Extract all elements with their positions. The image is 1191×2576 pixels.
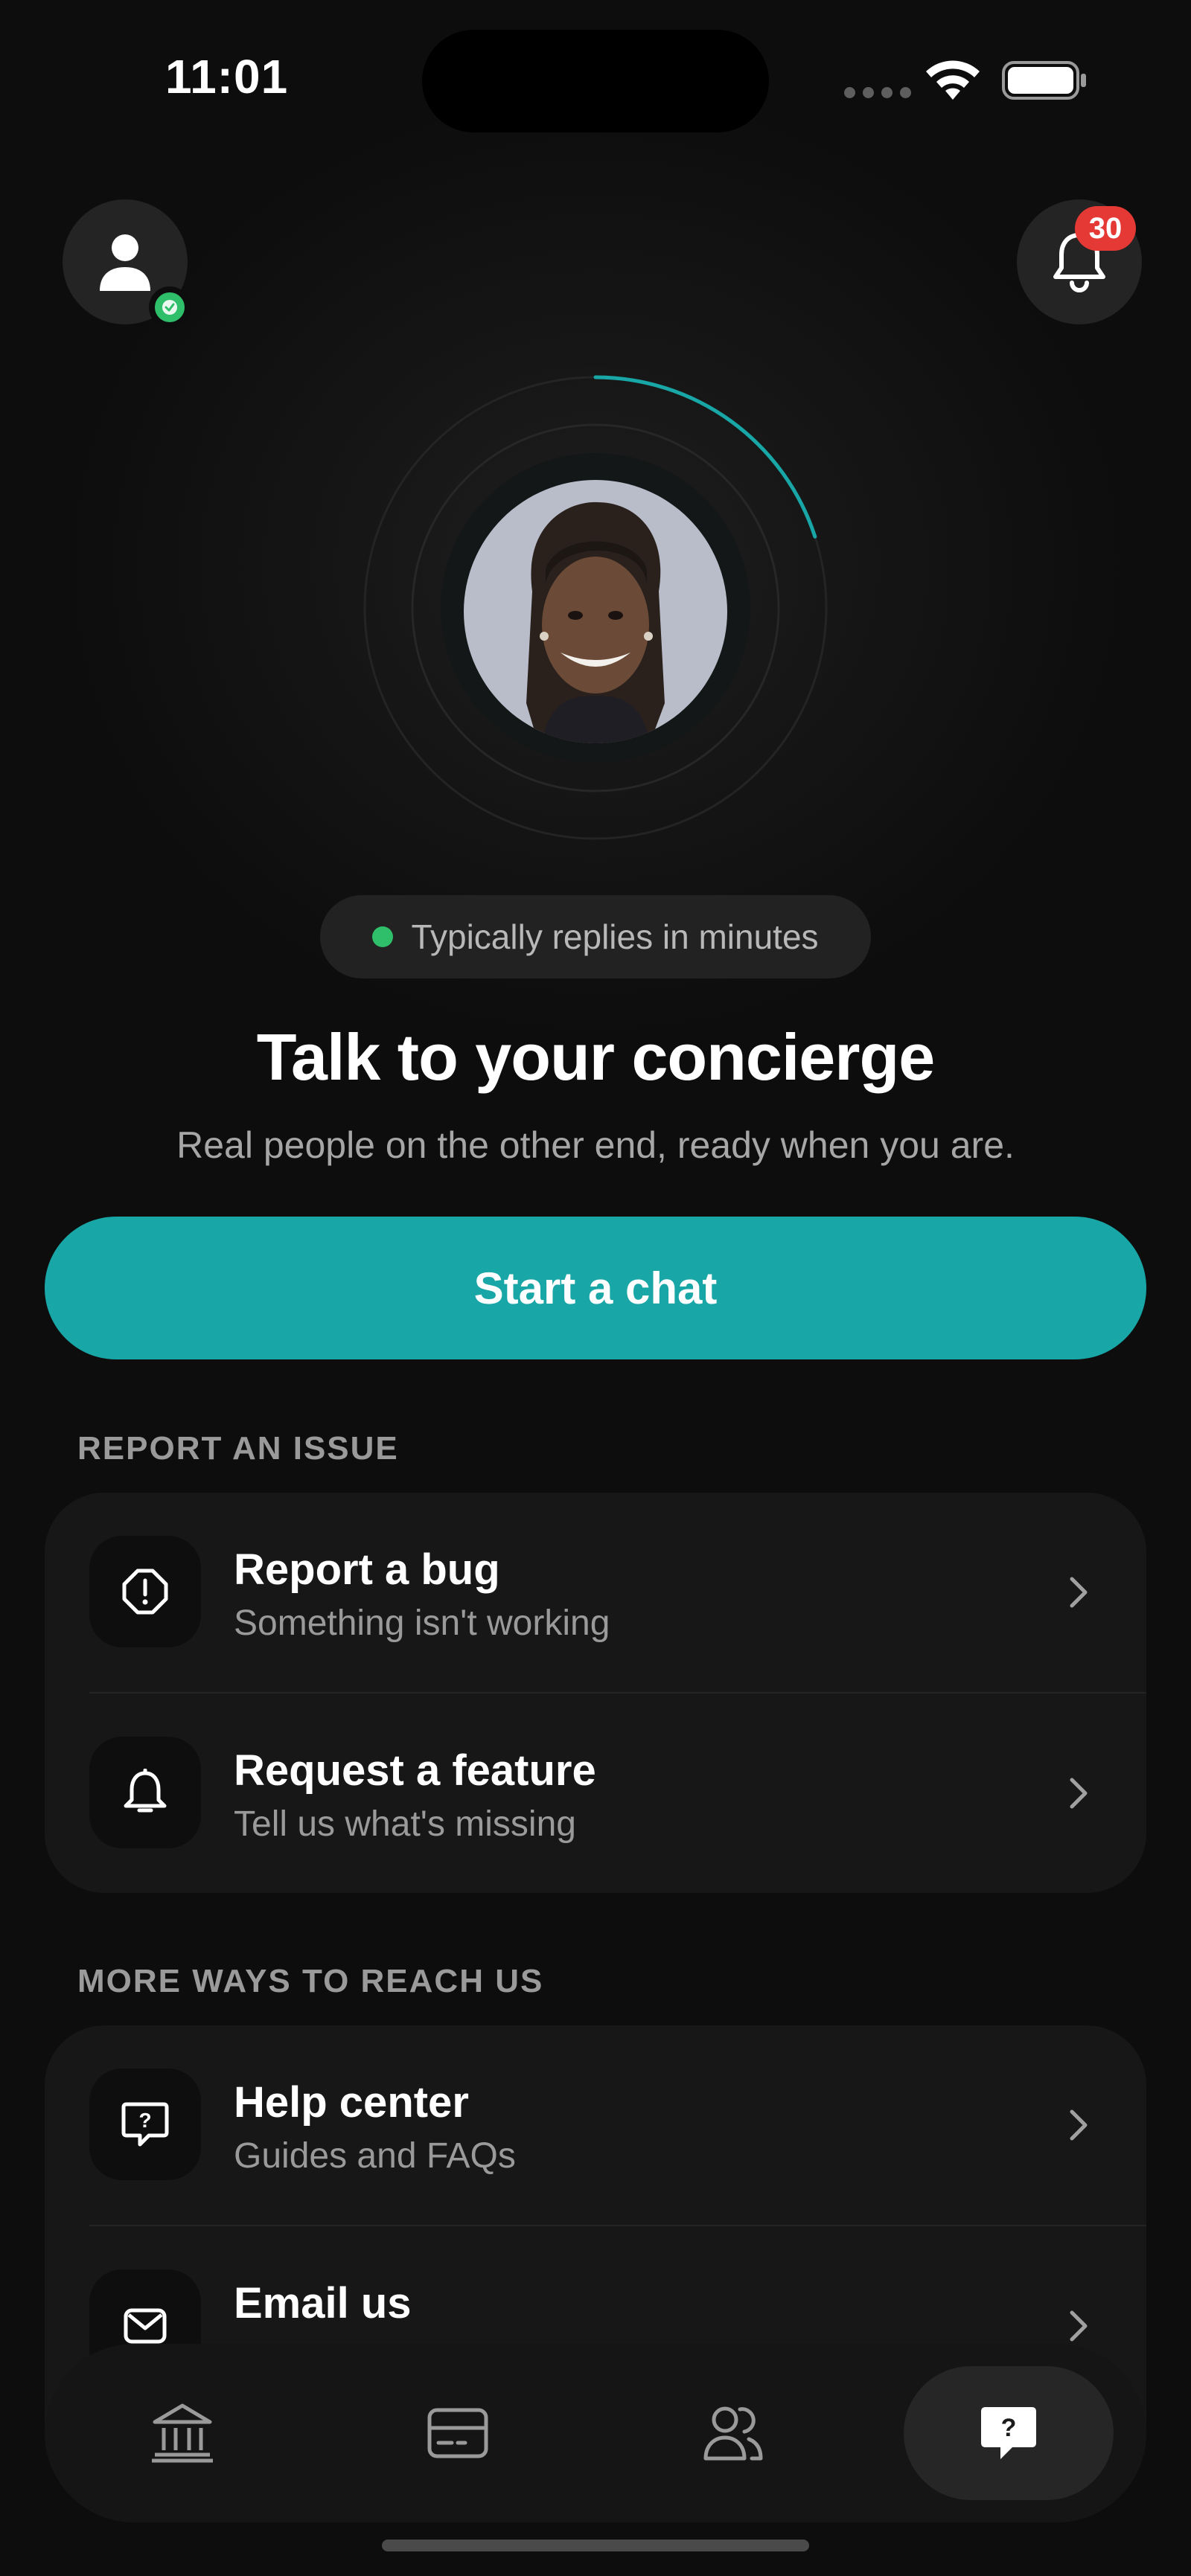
row-subtitle: Guides and FAQs [234,2136,516,2176]
notification-count-badge: 30 [1075,206,1136,251]
svg-text:?: ? [1001,2414,1017,2442]
row-title: Help center [234,2078,469,2127]
bottom-tab-bar: ? [45,2344,1146,2522]
tab-people[interactable] [628,2366,838,2500]
reply-status-text: Typically replies in minutes [411,917,819,956]
tab-cards[interactable] [353,2366,563,2500]
home-indicator [382,2540,809,2551]
concierge-avatar [464,480,727,743]
people-icon [703,2406,763,2461]
start-chat-button[interactable]: Start a chat [45,1217,1146,1359]
page-subtitle: Real people on the other end, ready when… [176,1124,1015,1166]
cellular-signal-icon [844,87,911,98]
person-icon [100,234,150,291]
svg-text:?: ? [138,2109,151,2132]
report-bug-row[interactable]: Report a bug Something isn't working [45,1493,1146,1692]
status-time: 11:01 [165,50,289,103]
help-chat-icon: ? [981,2407,1036,2459]
question-bubble-icon: ? [121,2102,169,2147]
reply-status-pill: Typically replies in minutes [320,895,871,978]
row-icon-box: ? [89,2069,201,2180]
status-bar: 11:01 [0,0,1191,141]
chevron-right-icon [1070,2109,1088,2141]
online-status-dot [372,926,394,947]
battery-icon [1002,61,1086,100]
bell-outline-icon [124,1769,167,1813]
row-icon-box [89,1536,201,1647]
section-label-more: MORE WAYS TO REACH US [77,1963,544,1999]
row-title: Request a feature [234,1746,596,1795]
wifi-icon [926,60,980,100]
section-label-report: REPORT AN ISSUE [77,1430,399,1467]
check-icon [162,300,177,315]
tab-banking[interactable] [77,2366,287,2500]
report-issue-card: Report a bug Something isn't working Req… [45,1493,1146,1893]
row-icon-box [89,1737,201,1848]
concierge-portrait [464,480,727,743]
chevron-right-icon [1070,1778,1088,1809]
help-center-row[interactable]: ? Help center Guides and FAQs [45,2025,1146,2225]
chevron-right-icon [1070,2310,1088,2342]
row-subtitle: Tell us what's missing [234,1804,576,1844]
chevron-right-icon [1070,1577,1088,1608]
row-title: Email us [234,2279,412,2327]
verified-badge [149,286,191,328]
card-icon [427,2408,488,2458]
alert-octagon-icon [122,1569,168,1615]
bank-icon [152,2403,213,2463]
page-title: Talk to your concierge [256,1020,935,1094]
row-title: Report a bug [234,1545,500,1594]
dynamic-island [422,30,769,132]
tab-help[interactable]: ? [904,2366,1114,2500]
request-feature-row[interactable]: Request a feature Tell us what's missing [45,1694,1146,1893]
row-subtitle: Something isn't working [234,1603,610,1643]
mail-icon [124,2308,167,2344]
